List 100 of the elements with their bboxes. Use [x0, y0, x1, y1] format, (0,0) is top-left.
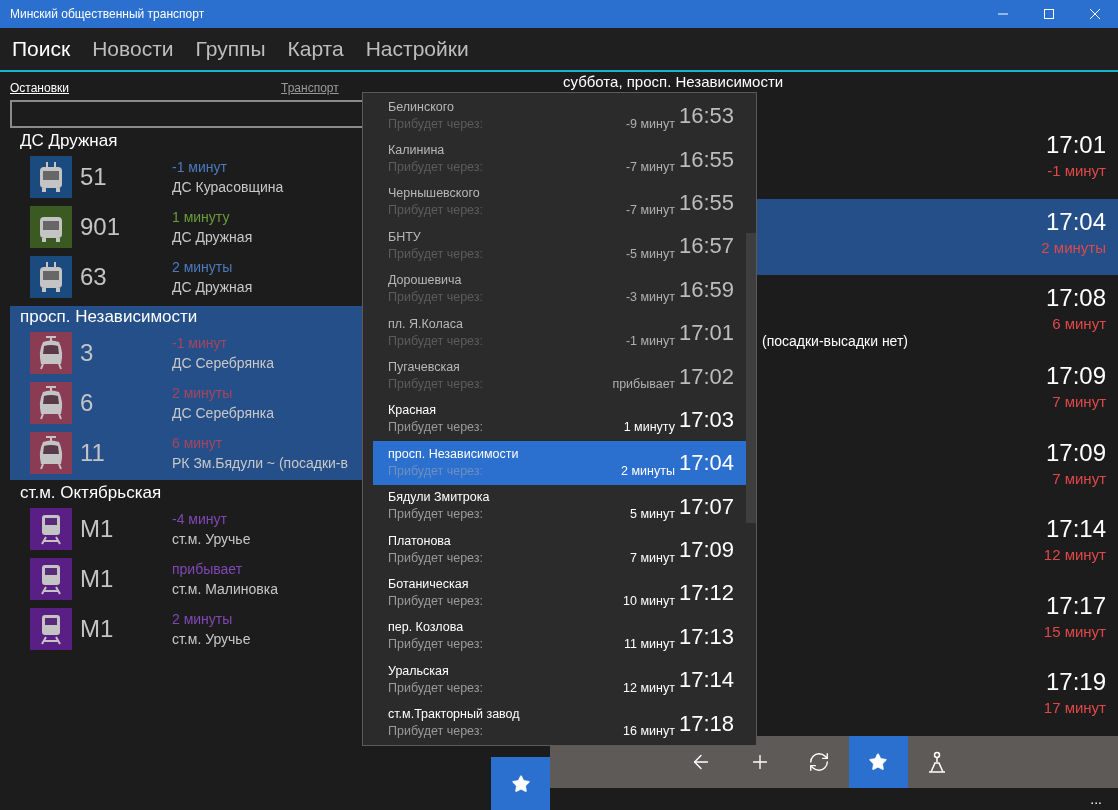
stop-name: Калинина — [388, 142, 446, 160]
route-number: 6 — [79, 388, 95, 418]
close-icon — [1090, 9, 1100, 19]
arrival-time: 16:59 — [678, 275, 734, 304]
time-remaining: 15 минут — [1043, 621, 1106, 642]
stop-name: Чернышевского — [388, 185, 481, 203]
route-number: М1 — [79, 564, 115, 594]
arrival-time: прибывает — [172, 560, 244, 579]
time-remaining: 6 минут — [1052, 314, 1106, 335]
nav-tab[interactable]: Карта — [287, 33, 344, 65]
more-button[interactable]: ... — [1090, 788, 1102, 810]
pin-stand-icon — [927, 751, 947, 773]
time-remaining: -5 минут — [625, 245, 675, 263]
stop-name: Пугачевская — [388, 359, 461, 377]
stop-name: Ботаническая — [388, 576, 470, 593]
arrival-time: 2 минуты — [172, 384, 234, 403]
arrival-caption: Прибудет через: — [388, 723, 484, 741]
stop-name: пл. Я.Коласа — [388, 315, 464, 333]
time-remaining: -7 минут — [625, 202, 675, 220]
arrival-time: 16:55 — [678, 145, 734, 174]
refresh-icon — [808, 751, 830, 773]
time-remaining: 10 минут — [623, 592, 675, 610]
star-icon — [510, 773, 531, 794]
nav-tab[interactable]: Настройки — [365, 33, 469, 65]
time-remaining: 17 минут — [1043, 698, 1106, 719]
arrival-caption: Прибудет через: — [388, 549, 484, 567]
arrival-time: -1 минут — [172, 158, 228, 177]
pin-favorite-button[interactable] — [491, 757, 550, 810]
arrival-time: 17:02 — [678, 362, 734, 391]
schedule-note: (посадки-высадки нет) — [762, 333, 908, 350]
arrival-caption: Прибудет через: — [388, 419, 484, 437]
arrival-time: 17:01 — [678, 319, 734, 348]
arrival-caption: Прибудет через: — [388, 462, 484, 480]
arrival-time: 1 минуту — [172, 208, 231, 227]
arrival-time: 17:03 — [678, 405, 734, 434]
nav-tab[interactable]: Поиск — [12, 33, 71, 65]
departure-time: 17:14 — [1045, 514, 1106, 545]
search-mode-link[interactable]: Остановки — [10, 79, 281, 97]
arrival-time: 17:09 — [678, 536, 734, 565]
stop-name: Дорошевича — [388, 272, 463, 290]
destination: ст.м. Малиновка — [172, 580, 278, 599]
arrival-caption: Прибудет через: — [388, 679, 484, 697]
minimize-icon — [998, 13, 1008, 15]
time-remaining: 12 минут — [1043, 545, 1106, 566]
nav-tab[interactable]: Новости — [92, 33, 174, 65]
time-remaining: 2 минуты — [1041, 237, 1106, 258]
search-mode-link[interactable]: Транспорт — [281, 79, 339, 97]
time-remaining: -1 минут — [625, 332, 675, 350]
arrival-time: -4 минут — [172, 510, 228, 529]
time-remaining: 7 минут — [1052, 392, 1106, 413]
arrival-time: 16:53 — [678, 102, 734, 131]
destination: ДС Серебрянка — [172, 354, 274, 373]
time-remaining: -7 минут — [625, 159, 675, 177]
stop-name: БНТУ — [388, 228, 422, 246]
departure-time: 17:09 — [1045, 361, 1106, 392]
nav-tab[interactable]: Группы — [195, 33, 266, 65]
departure-time: 17:17 — [1045, 590, 1106, 621]
departure-time: 17:04 — [1045, 206, 1106, 237]
arrival-time: 17:07 — [678, 492, 734, 521]
time-remaining: -9 минут — [625, 115, 675, 133]
arrival-time: 17:18 — [678, 709, 734, 738]
arrival-caption: Прибудет через: — [388, 593, 484, 610]
time-remaining: 7 минут — [1052, 468, 1106, 489]
stop-name: Уральская — [388, 662, 450, 680]
route-number: 51 — [79, 162, 108, 192]
time-remaining: -1 минут — [1047, 161, 1106, 182]
route-number: 901 — [79, 212, 122, 242]
destination: ДС Дружная — [172, 278, 253, 297]
arrival-caption: Прибудет через: — [388, 506, 484, 524]
arrival-time: 17:13 — [678, 622, 734, 651]
arrival-time: 17:12 — [678, 579, 734, 608]
destination: ДС Курасовщина — [172, 178, 284, 197]
stop-name: Платонова — [388, 532, 452, 550]
destination: ДС Дружная — [172, 228, 253, 247]
time-remaining: 2 минуты — [621, 462, 675, 480]
arrival-time: 2 минуты — [172, 258, 234, 277]
time-remaining: -3 минут — [625, 289, 675, 307]
stop-name: Белинского — [388, 98, 455, 116]
stop-name: ст.м. Октябрьская — [20, 483, 162, 502]
schedule-title: суббота, просп. Независимости — [563, 73, 784, 90]
maximize-icon — [1044, 9, 1054, 19]
route-number: М1 — [79, 514, 115, 544]
route-number: 11 — [79, 438, 106, 468]
arrival-time: 6 минут — [172, 434, 224, 453]
time-remaining: 1 минуту — [623, 419, 675, 437]
time-remaining: прибывает — [612, 376, 675, 393]
route-number: М1 — [79, 614, 115, 644]
departure-time: 17:08 — [1045, 283, 1106, 314]
stop-name: просп. Независимости — [388, 445, 520, 463]
stop-name: Бядули Змитрока — [388, 489, 491, 507]
departure-time: 17:01 — [1045, 130, 1106, 161]
favorite-button[interactable] — [848, 736, 908, 788]
arrival-time: 2 минуты — [172, 610, 234, 629]
star-icon — [868, 752, 888, 772]
departure-time: 17:19 — [1045, 667, 1106, 698]
time-remaining: 11 минут — [624, 636, 675, 654]
departure-time: 17:09 — [1045, 437, 1106, 468]
arrival-caption: Прибудет через: — [388, 636, 484, 654]
arrival-time: 16:57 — [678, 232, 734, 261]
stop-name: ст.м.Тракторный завод — [388, 706, 521, 724]
